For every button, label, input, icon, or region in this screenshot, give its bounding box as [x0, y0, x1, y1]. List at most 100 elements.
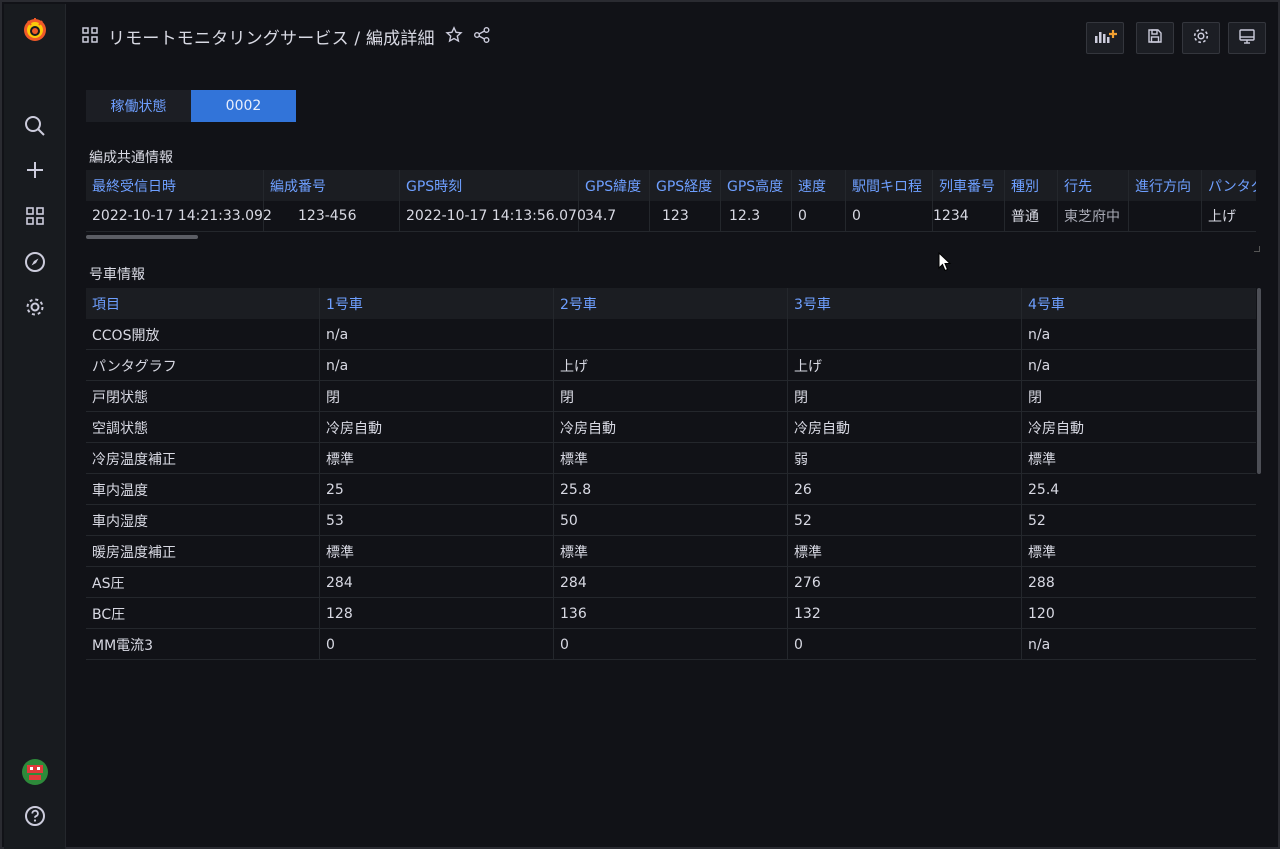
table-cell: 120 — [1028, 605, 1055, 622]
table-cell: n/a — [1028, 326, 1051, 343]
table-cell: 0 — [846, 201, 933, 232]
row-label: 冷房温度補正 — [86, 443, 320, 474]
table-cell: 0 — [320, 629, 554, 660]
column-header[interactable]: GPS時刻 — [400, 170, 579, 201]
tv-mode-button[interactable] — [1228, 22, 1266, 54]
table-row: 空調状態 冷房自動 冷房自動 冷房自動 冷房自動 — [86, 412, 1256, 443]
gear-icon[interactable] — [4, 287, 66, 327]
table-cell: 123 — [650, 201, 721, 232]
table-row: パンタグラフ n/a 上げ 上げ n/a — [86, 350, 1256, 381]
save-button[interactable] — [1136, 22, 1174, 54]
column-header[interactable]: 1号車 — [320, 288, 554, 319]
star-icon[interactable] — [445, 25, 463, 48]
column-header[interactable]: GPS緯度 — [579, 170, 650, 201]
table-cell: 標準 — [554, 536, 788, 567]
add-panel-button[interactable] — [1086, 22, 1124, 54]
tv-mode-icon — [1238, 27, 1256, 49]
car-info-title: 号車情報 — [89, 267, 145, 283]
table-cell — [554, 319, 788, 350]
table-cell: 50 — [554, 505, 788, 536]
column-header[interactable]: 種別 — [1005, 170, 1058, 201]
table-cell — [1129, 201, 1202, 232]
plus-icon[interactable] — [4, 150, 66, 190]
table-cell: 標準 — [1028, 451, 1056, 468]
row-label: 戸閉状態 — [86, 381, 320, 412]
column-header[interactable]: 最終受信日時 — [86, 170, 264, 201]
table-cell: n/a — [320, 350, 554, 381]
table-cell: 普通 — [1005, 201, 1058, 232]
column-header[interactable]: 進行方向 — [1129, 170, 1202, 201]
table-row: CCOS開放 n/a n/a — [86, 319, 1256, 350]
table-cell: 284 — [320, 567, 554, 598]
page-title[interactable]: リモートモニタリングサービス / 編成詳細 — [108, 24, 435, 49]
table-cell: 276 — [788, 567, 1022, 598]
search-icon[interactable] — [4, 106, 66, 146]
panel-resize-handle[interactable] — [1254, 246, 1260, 252]
dashboard-header: リモートモニタリングサービス / 編成詳細 — [82, 14, 1272, 60]
table-cell: 123-456 — [264, 201, 400, 232]
column-header[interactable]: 4号車 — [1022, 288, 1256, 319]
table-cell: n/a — [320, 319, 554, 350]
avatar[interactable] — [4, 752, 66, 792]
dashboards-icon[interactable] — [4, 196, 66, 236]
column-header[interactable]: 3号車 — [788, 288, 1022, 319]
column-header[interactable]: 2号車 — [554, 288, 788, 319]
table-cell: 0 — [554, 629, 788, 660]
column-header[interactable]: GPS高度 — [721, 170, 792, 201]
row-label: 車内温度 — [86, 474, 320, 505]
column-header[interactable]: 駅間キロ程 — [846, 170, 933, 201]
table-cell: 12.3 — [721, 201, 792, 232]
table-header-row: 最終受信日時 編成番号 GPS時刻 GPS緯度 GPS経度 GPS高度 速度 駅… — [86, 170, 1256, 201]
panel-tabs: 稼働状態 0002 — [86, 90, 296, 122]
mouse-cursor-icon — [938, 251, 952, 276]
table-cell: 上げ — [554, 350, 788, 381]
row-label: BC圧 — [86, 598, 320, 629]
tab-formation-0002[interactable]: 0002 — [191, 90, 296, 122]
table-row: 車内温度 25 25.8 26 25.4 — [86, 474, 1256, 505]
table-cell: 冷房自動 — [320, 412, 554, 443]
help-icon[interactable] — [4, 796, 66, 836]
share-icon[interactable] — [473, 26, 491, 48]
common-info-table: 最終受信日時 編成番号 GPS時刻 GPS緯度 GPS経度 GPS高度 速度 駅… — [86, 170, 1256, 232]
vertical-scrollbar[interactable] — [1257, 288, 1261, 474]
table-cell: 136 — [554, 598, 788, 629]
explore-icon[interactable] — [4, 242, 66, 282]
column-header[interactable]: パンタグ — [1202, 170, 1256, 201]
column-header[interactable]: 速度 — [792, 170, 846, 201]
table-cell: 0 — [792, 201, 846, 232]
table-row: MM電流3 0 0 0 n/a — [86, 629, 1256, 660]
table-cell: 52 — [788, 505, 1022, 536]
dashboard-grid-icon — [82, 26, 98, 47]
table-cell: 東芝府中 — [1058, 201, 1129, 232]
save-icon — [1147, 28, 1163, 48]
table-cell: 標準 — [320, 536, 554, 567]
table-cell: n/a — [1028, 357, 1051, 374]
row-label: AS圧 — [86, 567, 320, 598]
car-info-table: 項目 1号車 2号車 3号車 4号車 CCOS開放 n/a n/a パンタグラフ n/a… — [86, 288, 1256, 660]
table-cell: 標準 — [320, 443, 554, 474]
column-header[interactable]: GPS経度 — [650, 170, 721, 201]
dashboard-settings-button[interactable] — [1182, 22, 1220, 54]
table-row: 車内湿度 53 50 52 52 — [86, 505, 1256, 536]
table-cell: 1234 — [933, 201, 1005, 232]
table-cell: 冷房自動 — [554, 412, 788, 443]
tab-status[interactable]: 稼働状態 — [86, 90, 191, 122]
table-cell: 冷房自動 — [788, 412, 1022, 443]
row-label: 空調状態 — [86, 412, 320, 443]
column-header[interactable]: 列車番号 — [933, 170, 1005, 201]
table-cell: 冷房自動 — [1028, 420, 1084, 437]
grafana-logo-icon[interactable] — [4, 10, 66, 50]
add-panel-icon — [1093, 28, 1117, 48]
table-cell: 52 — [1028, 512, 1046, 529]
table-cell: 284 — [554, 567, 788, 598]
table-cell: 閉 — [1028, 389, 1042, 406]
column-header[interactable]: 項目 — [86, 288, 320, 319]
table-row: 2022-10-17 14:21:33.092 123-456 2022-10-… — [86, 201, 1256, 232]
table-cell: 閉 — [320, 381, 554, 412]
horizontal-scrollbar[interactable] — [86, 235, 198, 239]
table-cell: 上げ — [788, 350, 1022, 381]
column-header[interactable]: 行先 — [1058, 170, 1129, 201]
table-row: 暖房温度補正 標準 標準 標準 標準 — [86, 536, 1256, 567]
row-label: CCOS開放 — [86, 319, 320, 350]
column-header[interactable]: 編成番号 — [264, 170, 400, 201]
